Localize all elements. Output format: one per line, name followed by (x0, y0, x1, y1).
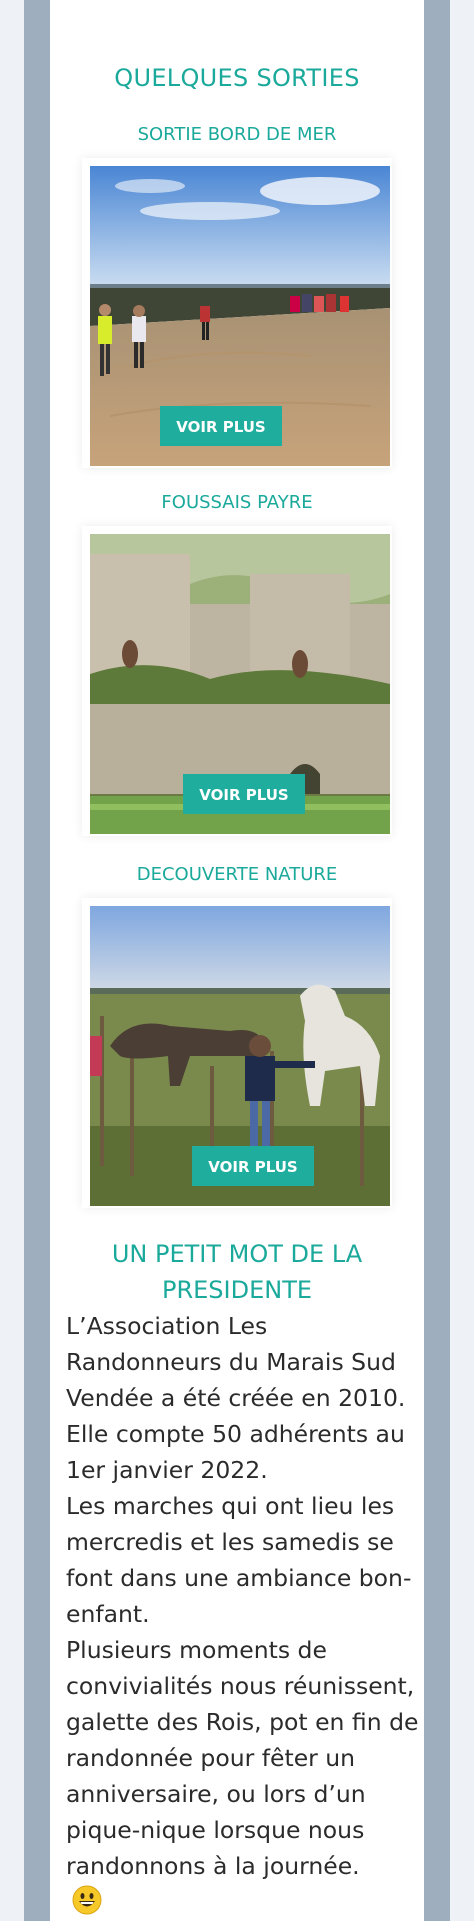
card-bord-de-mer: VOIR PLUS (82, 158, 392, 468)
grinning-face-emoji (72, 1885, 102, 1915)
president-paragraph-1: L’Association Les Randonneurs du Marais … (66, 1312, 406, 1484)
president-heading: UN PETIT MOT DE LA PRESIDENTE (50, 1236, 424, 1308)
card-foussais-payre: VOIR PLUS (82, 526, 392, 836)
content-panel: QUELQUES SORTIES SORTIE BORD DE MER VOIR… (50, 0, 424, 1921)
card-title-decouverte-nature: DECOUVERTE NATURE (136, 864, 338, 885)
voir-plus-button-foussais-payre[interactable]: VOIR PLUS (183, 774, 305, 814)
sorties-heading: QUELQUES SORTIES (114, 64, 360, 92)
card-title-bord-de-mer: SORTIE BORD DE MER (137, 124, 337, 145)
president-paragraph-2: Les marches qui ont lieu les mercredis e… (66, 1492, 412, 1628)
president-message: L’Association Les Randonneurs du Marais … (66, 1308, 422, 1884)
president-paragraph-3: Plusieurs moments de convivialités nous … (66, 1636, 419, 1880)
president-heading-line-1: UN PETIT MOT DE LA (111, 1240, 363, 1268)
card-title-foussais-payre: FOUSSAIS PAYRE (161, 492, 313, 513)
voir-plus-button-decouverte-nature[interactable]: VOIR PLUS (192, 1146, 314, 1186)
card-decouverte-nature: VOIR PLUS (82, 898, 392, 1208)
president-heading-line-2: PRESIDENTE (161, 1276, 313, 1304)
voir-plus-button-bord-de-mer[interactable]: VOIR PLUS (160, 406, 282, 446)
